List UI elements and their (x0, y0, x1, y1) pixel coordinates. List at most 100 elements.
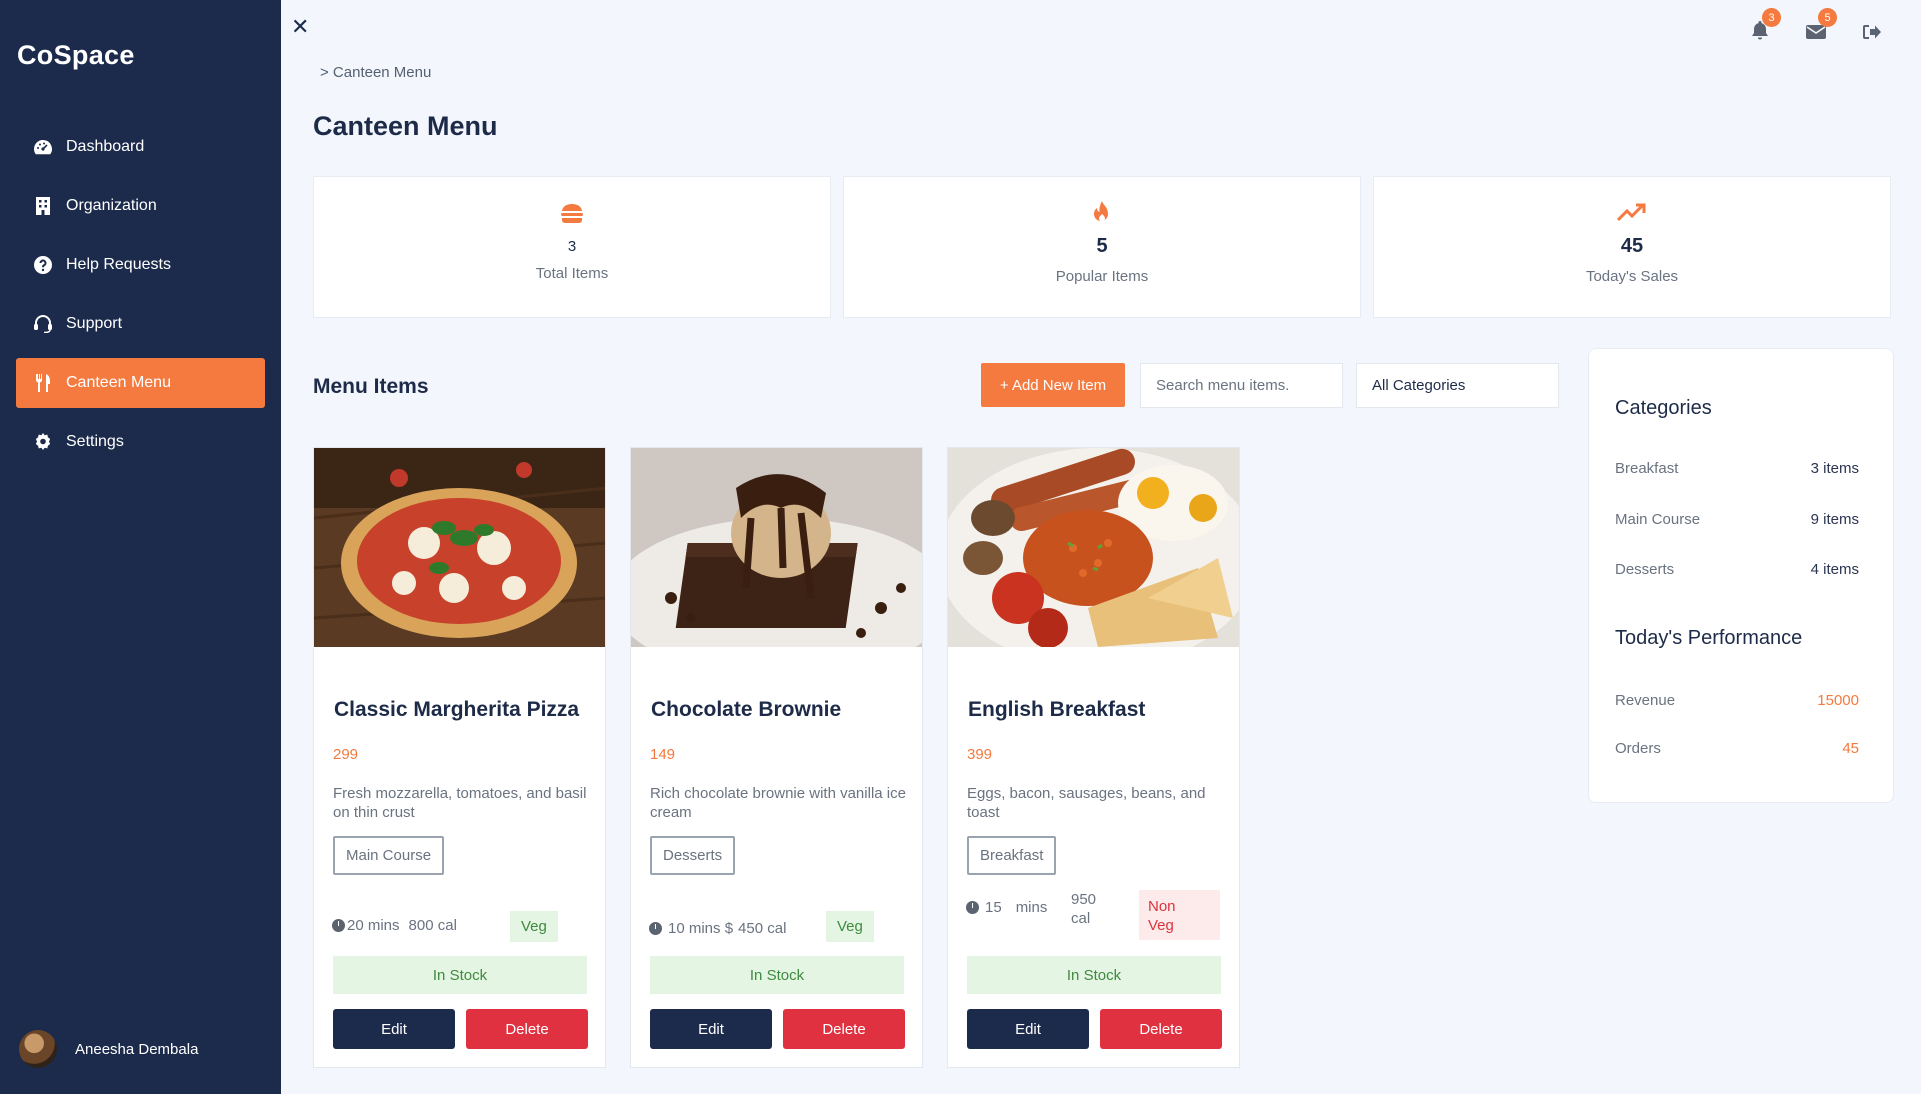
category-name: Breakfast (1615, 460, 1679, 477)
stat-card-total-items: 3 Total Items (313, 176, 831, 318)
item-description: Eggs, bacon, sausages, beans, and toast (967, 785, 1206, 821)
sidebar-item-support[interactable]: Support (16, 299, 265, 349)
stock-status: In Stock (650, 956, 904, 994)
item-description: Rich chocolate brownie with vanilla ice … (650, 785, 906, 821)
performance-label: Revenue (1615, 692, 1676, 709)
performance-row: Orders 45 (1615, 740, 1859, 757)
item-price: 149 (650, 746, 676, 763)
add-new-item-button[interactable]: + Add New Item (981, 363, 1125, 407)
sidebar-item-label: Dashboard (66, 138, 145, 155)
stat-value: 5 (1096, 235, 1108, 257)
stat-value: 3 (567, 238, 577, 255)
dashboard-icon (32, 136, 54, 158)
clock-icon (966, 901, 979, 914)
menu-card-pizza: Classic Margherita Pizza 299 Fresh mozza… (313, 447, 606, 1068)
performance-row: Revenue 15000 (1615, 692, 1859, 709)
categories-heading: Categories (1615, 397, 1712, 419)
gear-icon (32, 431, 54, 453)
item-prep-time: 20 mins (347, 917, 400, 934)
item-category-tag: Breakfast (967, 836, 1057, 875)
category-count: 3 items (1810, 460, 1859, 477)
stat-card-todays-sales: 45 Today's Sales (1373, 176, 1891, 318)
question-icon (32, 254, 54, 276)
category-select[interactable]: All Categories (1356, 363, 1559, 408)
item-prep-time-unit: mins (1015, 899, 1048, 916)
category-name: Desserts (1615, 561, 1675, 578)
stat-label: Total Items (535, 265, 609, 282)
item-price: 399 (967, 746, 993, 763)
trend-up-icon (1617, 199, 1647, 227)
sidebar-item-label: Support (66, 315, 123, 332)
diet-badge: Non Veg (1139, 890, 1220, 940)
stat-card-popular-items: 5 Popular Items (843, 176, 1361, 318)
user-profile[interactable]: Aneesha Dembala (19, 1030, 198, 1068)
logout-icon (1863, 25, 1881, 39)
notifications-button[interactable]: 3 (1749, 8, 1781, 40)
brand-logo[interactable]: CoSpace (17, 40, 135, 71)
close-sidebar-button[interactable]: ✕ (291, 14, 309, 40)
user-name: Aneesha Dembala (75, 1040, 199, 1058)
sidebar-item-label: Canteen Menu (66, 374, 171, 391)
item-calories: 450 cal (738, 920, 787, 937)
delete-button[interactable]: Delete (466, 1009, 588, 1049)
page-title: Canteen Menu (313, 111, 498, 141)
item-meta: 10 mins $ 450 cal (649, 920, 786, 937)
sidebar-item-settings[interactable]: Settings (16, 417, 265, 467)
breakfast-image (948, 448, 1239, 647)
avatar (19, 1030, 57, 1068)
item-meta: 15 mins (966, 899, 1047, 916)
item-description: Fresh mozzarella, tomatoes, and basil on… (333, 785, 587, 821)
item-calories: 950 cal (1071, 890, 1096, 928)
performance-label: Orders (1615, 740, 1661, 757)
utensils-icon (32, 372, 54, 394)
category-row[interactable]: Breakfast 3 items (1615, 460, 1859, 477)
menu-card-brownie: Chocolate Brownie 149 Rich chocolate bro… (630, 447, 923, 1068)
clock-icon (649, 922, 662, 935)
headset-icon (32, 313, 54, 335)
category-row[interactable]: Desserts 4 items (1615, 561, 1859, 578)
category-name: Main Course (1615, 511, 1701, 528)
fire-icon (1092, 199, 1112, 227)
edit-button[interactable]: Edit (650, 1009, 772, 1049)
item-category-tag: Main Course (333, 836, 445, 875)
sidebar-item-help-requests[interactable]: Help Requests (16, 240, 265, 290)
item-prep-time: 10 mins $ (668, 920, 734, 937)
notifications-badge: 3 (1762, 8, 1781, 27)
delete-button[interactable]: Delete (1100, 1009, 1222, 1049)
diet-badge: Veg (510, 911, 558, 942)
item-calories: 800 cal (408, 917, 457, 934)
summary-panel: Categories Breakfast 3 items Main Course… (1588, 348, 1894, 803)
edit-button[interactable]: Edit (967, 1009, 1089, 1049)
performance-heading: Today's Performance (1615, 627, 1803, 649)
category-count: 9 items (1810, 511, 1859, 528)
item-name: English Breakfast (968, 698, 1146, 721)
menu-card-english-breakfast: English Breakfast 399 Eggs, bacon, sausa… (947, 447, 1240, 1068)
search-input[interactable] (1140, 363, 1343, 408)
edit-button[interactable]: Edit (333, 1009, 455, 1049)
category-row[interactable]: Main Course 9 items (1615, 511, 1859, 528)
sidebar: CoSpace Dashboard Organization Help Requ… (0, 0, 281, 1094)
pizza-image (314, 448, 605, 647)
sidebar-item-dashboard[interactable]: Dashboard (16, 122, 265, 172)
diet-badge-line: Veg (1148, 917, 1174, 934)
stats-row: 3 Total Items 5 Popular Items 45 Today's… (313, 176, 1891, 318)
sidebar-item-label: Organization (66, 197, 157, 214)
stat-value: 45 (1620, 235, 1644, 257)
stat-label: Popular Items (1055, 268, 1149, 285)
logout-button[interactable] (1861, 14, 1883, 40)
stat-label: Today's Sales (1585, 268, 1679, 285)
clock-icon (332, 919, 345, 932)
item-calories-unit: cal (1071, 910, 1091, 927)
stock-status: In Stock (967, 956, 1221, 994)
top-actions: 3 5 (1749, 8, 1883, 40)
messages-badge: 5 (1818, 8, 1837, 27)
messages-button[interactable]: 5 (1805, 8, 1837, 40)
sidebar-nav: Dashboard Organization Help Requests Sup… (16, 122, 265, 476)
item-meta: 20 mins 800 cal (332, 917, 457, 934)
sidebar-item-canteen-menu[interactable]: Canteen Menu (16, 358, 265, 408)
menu-items-heading: Menu Items (313, 375, 429, 398)
sidebar-item-organization[interactable]: Organization (16, 181, 265, 231)
delete-button[interactable]: Delete (783, 1009, 905, 1049)
item-prep-time-value: 15 (985, 899, 1002, 916)
diet-badge: Veg (826, 911, 874, 942)
